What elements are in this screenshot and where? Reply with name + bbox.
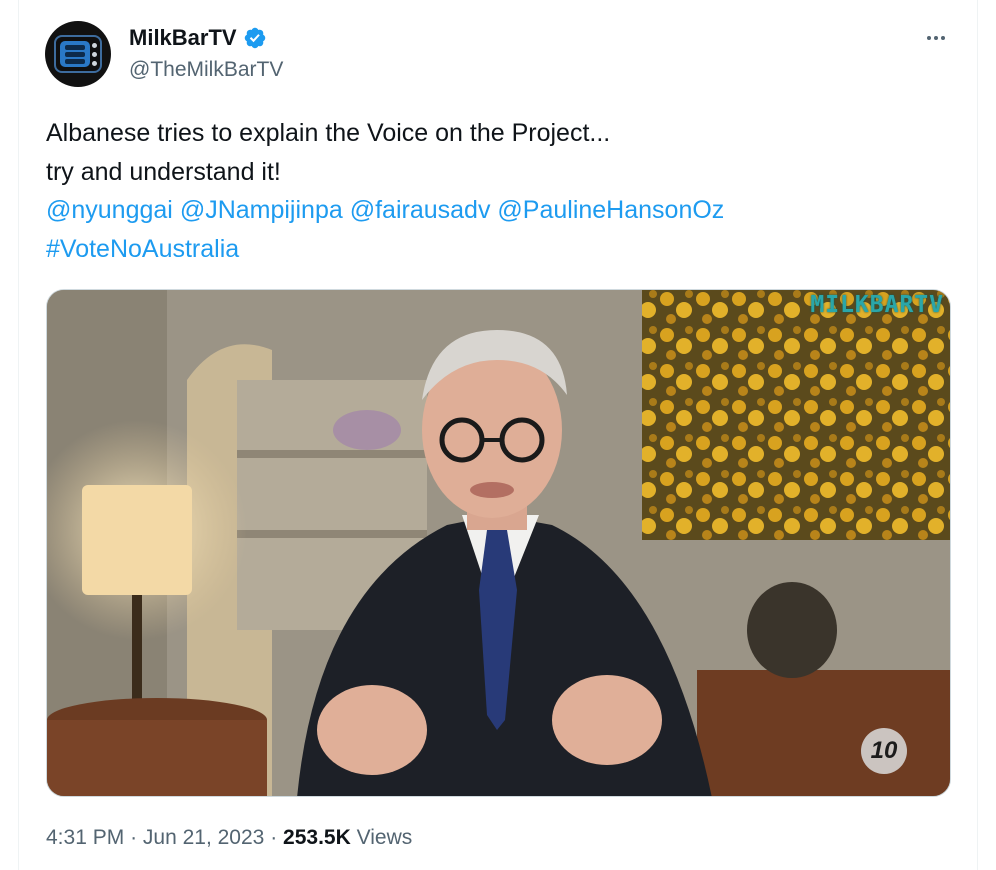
author-display-name[interactable]: MilkBarTV (129, 24, 267, 52)
views-label: Views (356, 826, 413, 849)
more-options-button[interactable] (920, 22, 952, 54)
separator: · (130, 826, 138, 849)
mentions-line: @nyunggai @JNampijinpa @fairausadv @Paul… (46, 191, 926, 230)
author-avatar[interactable] (45, 21, 111, 87)
tweet-text-line-1: Albanese tries to explain the Voice on t… (46, 119, 611, 147)
separator: · (270, 826, 278, 849)
video-media[interactable]: MILKBARTV 10 (46, 289, 951, 797)
verified-badge-icon (244, 27, 265, 49)
watermark: MILKBARTV (810, 292, 944, 318)
author-handle[interactable]: @TheMilkBarTV (129, 56, 283, 84)
mention-link[interactable]: @JNampijinpa (180, 196, 343, 224)
hashtag-line: #VoteNoAustralia (46, 230, 926, 269)
mention-link[interactable]: @nyunggai (46, 196, 173, 224)
more-dot-icon (941, 36, 945, 40)
views-count: 253.5K (283, 826, 351, 849)
mention-link[interactable]: @PaulineHansonOz (497, 196, 724, 224)
more-dot-icon (934, 36, 938, 40)
tweet-date[interactable]: Jun 21, 2023 (143, 826, 264, 849)
channel-10-logo: 10 (861, 728, 907, 774)
hashtag-link[interactable]: #VoteNoAustralia (46, 235, 239, 263)
tweet-text-line-2: try and understand it! (46, 157, 281, 186)
more-dot-icon (927, 36, 931, 40)
tv-logo-icon (54, 35, 102, 73)
tweet-time[interactable]: 4:31 PM (46, 826, 124, 849)
tweet-meta: 4:31 PM · Jun 21, 2023 · 253.5K Views (46, 822, 412, 854)
video-frame-image (47, 290, 950, 796)
display-name-text: MilkBarTV (129, 25, 237, 50)
mention-link[interactable]: @fairausadv (350, 196, 491, 224)
tweet-text: Albanese tries to explain the Voice on t… (46, 114, 926, 268)
